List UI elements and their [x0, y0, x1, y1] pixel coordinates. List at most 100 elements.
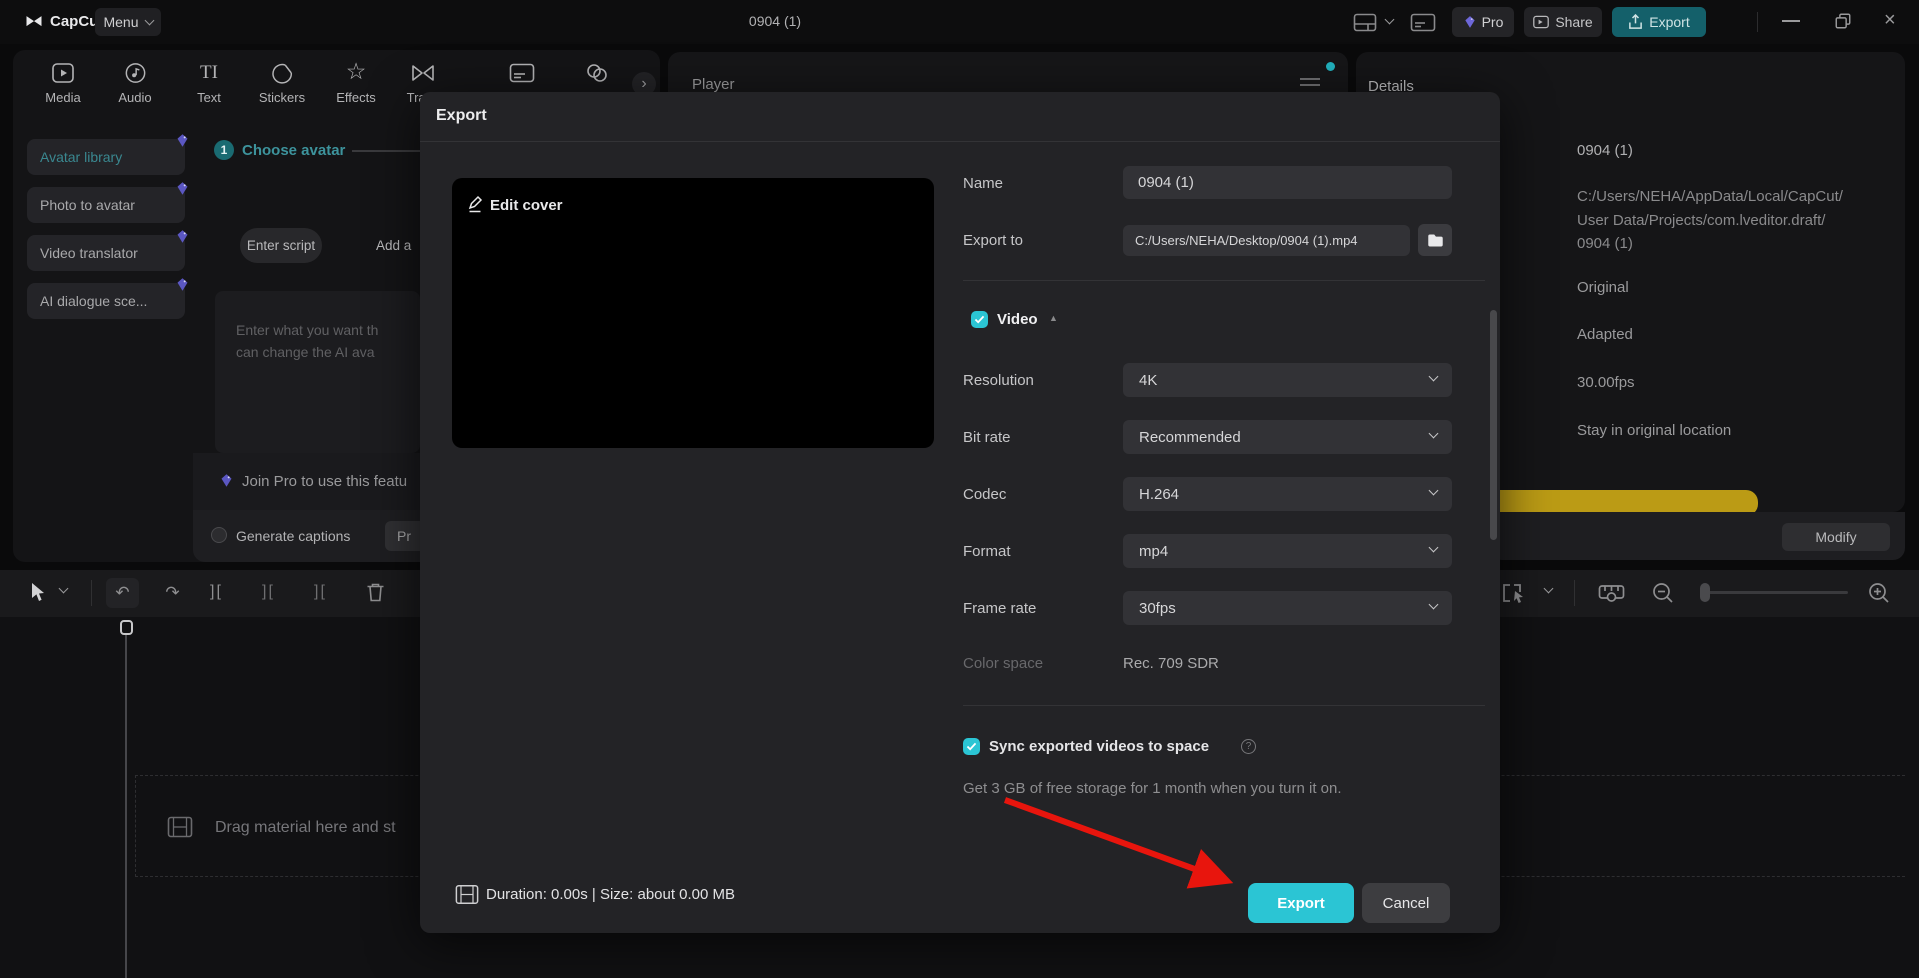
playhead-handle[interactable]: [120, 620, 133, 635]
film-icon: [167, 816, 193, 838]
video-checkbox[interactable]: [971, 311, 988, 328]
enter-script-button[interactable]: Enter script: [240, 228, 322, 263]
tab-stickers[interactable]: Stickers: [258, 62, 306, 105]
player-layout-icon[interactable]: [1353, 13, 1377, 32]
split-icon[interactable]: ][: [210, 583, 223, 601]
transitions-icon: [410, 62, 436, 84]
redo-button[interactable]: ↷: [156, 578, 189, 608]
annotation-arrow: [940, 770, 1300, 910]
dialog-cancel-button[interactable]: Cancel: [1362, 883, 1450, 923]
snap-cursor-icon[interactable]: [1502, 582, 1528, 605]
sidebar-item-photo-to-avatar[interactable]: Photo to avatar: [27, 187, 185, 223]
tab-effects[interactable]: ☆ Effects: [332, 59, 380, 105]
export-to-input[interactable]: C:/Users/NEHA/Desktop/0904 (1).mp4: [1123, 225, 1410, 256]
resolution-select[interactable]: 4K: [1123, 363, 1452, 397]
undo-button[interactable]: ↶: [106, 578, 139, 608]
sidebar-item-ai-dialogue[interactable]: AI dialogue sce...: [27, 283, 185, 319]
sync-label: Sync exported videos to space: [989, 738, 1209, 755]
generate-captions-checkbox[interactable]: [211, 527, 227, 543]
codec-value: H.264: [1139, 486, 1179, 503]
script-placeholder: Enter what you want th can change the AI…: [215, 291, 420, 363]
layout-chevron-icon[interactable]: [1385, 15, 1395, 25]
player-menu-icon[interactable]: [1300, 77, 1320, 87]
export-icon: [1628, 14, 1643, 30]
snap-chevron-icon[interactable]: [1544, 584, 1554, 594]
sidebar-item-video-translator[interactable]: Video translator: [27, 235, 185, 271]
script-textarea[interactable]: Enter what you want th can change the AI…: [215, 291, 420, 453]
drag-hint: Drag material here and st: [215, 819, 396, 837]
menu-button[interactable]: Menu: [95, 8, 161, 36]
tab-media[interactable]: Media: [39, 62, 87, 105]
undo-icon: ↶: [115, 583, 129, 603]
cover-preview[interactable]: Edit cover: [452, 178, 934, 448]
tab-audio[interactable]: Audio: [111, 62, 159, 105]
generate-captions-bar: Generate captions Pr: [193, 510, 433, 562]
format-select[interactable]: mp4: [1123, 534, 1452, 568]
modify-button[interactable]: Modify: [1782, 523, 1890, 551]
titlebar-export-label: Export: [1649, 14, 1689, 30]
help-icon[interactable]: ?: [1241, 739, 1256, 754]
collapse-section-icon[interactable]: ▲: [1049, 313, 1058, 323]
stickers-icon: [271, 62, 294, 84]
restore-button[interactable]: [1834, 12, 1852, 30]
bitrate-select[interactable]: Recommended: [1123, 420, 1452, 454]
select-cursor-icon[interactable]: [30, 582, 47, 603]
tab-effects-label: Effects: [336, 90, 376, 105]
bitrate-label: Bit rate: [963, 429, 1011, 446]
add-avatar-label[interactable]: Add a: [376, 238, 411, 253]
tab-audio-label: Audio: [118, 90, 151, 105]
sync-checkbox[interactable]: [963, 738, 980, 755]
edit-cover-label: Edit cover: [490, 197, 563, 214]
pencil-icon: [467, 195, 484, 214]
share-label: Share: [1555, 14, 1592, 30]
toolbar-separator: [1574, 580, 1575, 606]
export-to-value: C:/Users/NEHA/Desktop/0904 (1).mp4: [1135, 233, 1358, 248]
share-icon: [1533, 15, 1549, 29]
section-divider-2: [963, 705, 1485, 706]
dialog-scrollbar[interactable]: [1490, 310, 1497, 540]
chevron-down-icon: [1429, 543, 1439, 553]
playhead-line[interactable]: [125, 635, 127, 978]
tab-text[interactable]: TI Text: [185, 62, 233, 105]
captions-tab-icon[interactable]: [509, 63, 535, 83]
step-one-badge: 1: [214, 140, 234, 160]
modify-label: Modify: [1815, 529, 1856, 545]
captions-panel-icon[interactable]: [1410, 13, 1436, 32]
overlap-tab-icon[interactable]: [585, 62, 609, 84]
name-input[interactable]: 0904 (1): [1123, 166, 1452, 199]
zoom-slider-thumb[interactable]: [1700, 583, 1710, 602]
delete-right-icon[interactable]: ][: [314, 583, 327, 601]
zoom-in-icon[interactable]: [1868, 582, 1890, 604]
sidebar-item-avatar-library[interactable]: Avatar library: [27, 139, 185, 175]
close-button[interactable]: ×: [1884, 8, 1896, 32]
chevron-down-icon: [1429, 486, 1439, 496]
step-title: Choose avatar: [242, 142, 345, 159]
timeline-zoom-slider[interactable]: [1700, 591, 1848, 594]
minimize-button[interactable]: [1782, 20, 1800, 22]
title-bar: CapCut Menu 0904 (1) Pro Share Export: [0, 0, 1919, 44]
delete-left-icon[interactable]: ][: [262, 583, 275, 601]
browse-folder-button[interactable]: [1418, 224, 1452, 256]
toolbar-separator: [91, 580, 92, 606]
tab-media-label: Media: [45, 90, 80, 105]
resolution-value: 4K: [1139, 372, 1157, 389]
codec-select[interactable]: H.264: [1123, 477, 1452, 511]
window-title: 0904 (1): [749, 13, 801, 29]
format-value: mp4: [1139, 543, 1168, 560]
folder-icon: [1427, 233, 1444, 248]
pro-button[interactable]: Pro: [1452, 7, 1514, 37]
titlebar-export-button[interactable]: Export: [1612, 7, 1706, 37]
audio-icon: [124, 62, 147, 84]
name-value: 0904 (1): [1138, 174, 1194, 191]
framerate-label: Frame rate: [963, 600, 1036, 617]
zoom-out-icon[interactable]: [1652, 582, 1674, 604]
share-button[interactable]: Share: [1524, 7, 1602, 37]
pro-label: Pro: [1482, 14, 1504, 30]
cursor-chevron-icon[interactable]: [59, 584, 69, 594]
timeline-preview-icon[interactable]: [1598, 583, 1625, 604]
step-connector-line: [352, 150, 420, 152]
trash-icon[interactable]: [366, 582, 385, 603]
framerate-select[interactable]: 30fps: [1123, 591, 1452, 625]
dialog-cancel-label: Cancel: [1383, 895, 1430, 912]
tab-text-label: Text: [197, 90, 221, 105]
